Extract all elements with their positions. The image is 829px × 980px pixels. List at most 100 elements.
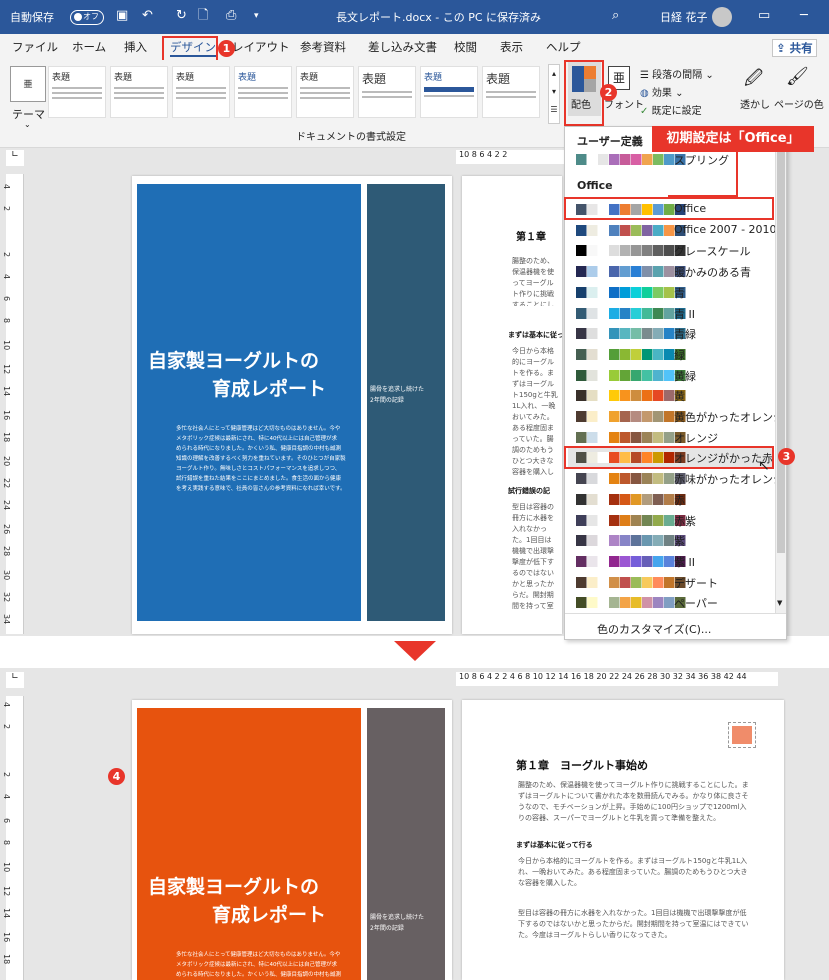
color-swatch-strip [576,473,686,485]
color-swatch [576,514,587,526]
color-swatch [653,154,664,165]
tab-selector[interactable]: ∟ [6,150,24,166]
color-scheme-item[interactable]: スプリング [568,149,772,169]
color-swatch [631,348,642,360]
customize-colors-item[interactable]: 色のカスタマイズ(C)... [597,621,711,637]
color-swatch-strip [576,535,686,547]
styles-scroll[interactable]: ▴ ▾ ☰ [548,64,560,124]
color-scheme-item[interactable]: グレースケール [568,240,772,260]
style-gallery-item[interactable]: 表題 [296,66,354,118]
color-scheme-item[interactable]: 紫 II [568,551,772,571]
color-swatch [653,307,664,319]
redo-icon[interactable]: ↻ [176,8,187,24]
print-icon[interactable]: ⎙ [226,8,236,24]
color-scheme-item[interactable]: ペーパー [568,592,772,612]
color-scheme-item[interactable]: 緑 [568,344,772,364]
color-scheme-item[interactable]: 青緑 [568,323,772,343]
color-swatch [598,576,609,588]
tab-layout[interactable]: レイアウト [232,39,290,55]
tab-help[interactable]: ヘルプ [546,39,581,55]
color-scheme-item[interactable]: 赤 [568,489,772,509]
color-swatch [653,493,664,505]
color-swatch [653,369,664,381]
search-icon[interactable]: ⌕ [612,8,619,24]
marker-2: 2 [600,84,617,101]
color-swatch [576,307,587,319]
tab-home[interactable]: ホーム [72,39,106,55]
user-defined-header: ユーザー定義 [577,135,643,148]
color-swatch [620,245,631,257]
style-gallery-item[interactable]: 表題 [420,66,478,118]
color-swatch [598,348,609,360]
minimize-icon[interactable]: ─ [800,8,808,24]
color-scheme-item[interactable]: Office 2007 - 2010 [568,220,777,240]
share-button[interactable]: ⇪ 共有 [772,39,817,57]
color-swatch [620,597,631,609]
effects-label: 効果 [651,88,672,99]
watermark-button[interactable]: 透かし [740,96,770,111]
color-swatch [576,390,587,402]
color-swatch [653,597,664,609]
style-gallery-item[interactable]: 表題 [48,66,106,118]
color-scheme-label: 青緑 [674,328,696,342]
color-scheme-item[interactable]: 暖かみのある青 [568,261,772,281]
color-swatch [620,576,631,588]
highlight-orange-red-item [564,446,774,469]
tab-mailings[interactable]: 差し込み文書 [368,39,437,55]
tab-selector[interactable]: ∟ [6,672,24,688]
effects-button[interactable]: ◍ 効果 ⌄ [640,84,683,99]
set-default-button[interactable]: ✓ 既定に設定 [640,102,702,117]
result-screenshot: ∟ 10 8 6 4 2 2 4 6 8 10 12 14 16 18 20 2… [0,668,829,980]
color-scheme-item[interactable]: 青 [568,282,772,302]
style-gallery-item[interactable]: 表題 [110,66,168,118]
color-scheme-item[interactable]: 黄色がかったオレンジ [568,406,784,426]
color-swatch [576,576,587,588]
color-swatch [642,286,653,298]
style-gallery-item[interactable]: 表題 [358,66,416,118]
color-swatch [642,431,653,443]
color-scheme-label: スプリング [674,154,729,167]
style-gallery-item[interactable]: 表題 [234,66,292,118]
cover-page: 自家製ヨーグルトの 育成レポート 腸骨を追求し続けた 2年間の記録 多忙な社会人… [132,700,452,980]
color-scheme-item[interactable]: 赤味がかったオレンジ [568,468,784,488]
paragraph: 腸整のため、保温器機を使ってヨーグルト作りに挑戦することにした。まずはヨーグルト… [518,781,749,822]
color-swatch [653,348,664,360]
horizontal-ruler: 10 8 6 4 2 2 4 6 8 10 12 14 16 18 20 22 … [456,672,778,686]
color-swatch [576,555,587,567]
marker-1: 1 [218,40,235,57]
color-swatch-strip [576,390,686,402]
color-scheme-label: グレースケール [674,245,751,259]
color-scheme-item[interactable]: 黄緑 [568,365,772,385]
tab-references[interactable]: 参考資料 [300,39,346,55]
color-swatch [587,555,598,567]
paragraph-spacing-button[interactable]: ☰ 段落の間隔 ⌄ [640,66,714,81]
page-color-button[interactable]: ページの色 [774,96,824,111]
color-swatch [620,514,631,526]
color-scheme-item[interactable]: 黄 [568,385,772,405]
ribbon-display-icon[interactable]: ▭ [758,8,770,24]
color-swatch [587,411,598,422]
avatar[interactable] [712,7,732,27]
autosave-toggle[interactable]: オフ [70,10,104,25]
cursor-icon: ↖ [758,458,770,474]
color-swatch [631,390,642,402]
new-document-icon[interactable]: 🗋 [198,8,208,24]
style-gallery-item[interactable]: 表題 [172,66,230,118]
color-scheme-item[interactable]: 赤紫 [568,510,772,530]
color-swatch [609,369,620,381]
section-heading: まずは基本に従って行る [508,331,562,339]
dropdown-scrollbar[interactable]: ▲ ▼ [775,129,786,613]
color-swatch-strip [576,431,686,443]
tab-view[interactable]: 表示 [500,39,523,55]
tab-review[interactable]: 校閲 [454,39,477,55]
tab-insert[interactable]: 挿入 [124,39,147,55]
undo-icon[interactable]: ↶ [142,8,153,24]
style-gallery-item[interactable]: 表題 [482,66,540,118]
customize-qat-icon[interactable]: ▾ [254,8,259,24]
color-scheme-item[interactable]: オレンジ [568,427,772,447]
color-scheme-item[interactable]: 紫 [568,530,772,550]
tab-file[interactable]: ファイル [12,39,58,55]
color-scheme-item[interactable]: デザート [568,572,772,592]
save-icon[interactable]: ▣ [116,8,128,24]
color-scheme-item[interactable]: 青 II [568,303,772,323]
